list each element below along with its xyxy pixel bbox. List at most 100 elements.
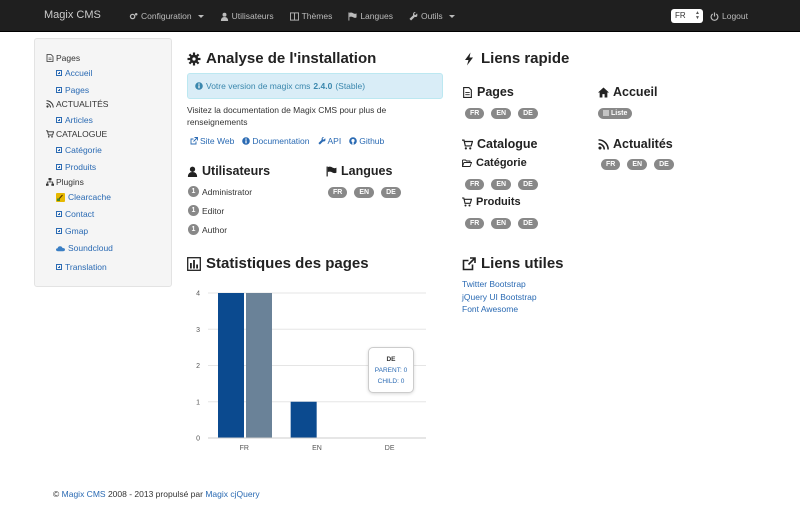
language-badge-fr[interactable]: FR <box>328 187 348 198</box>
quick-links-title-text: Liens rapide <box>481 50 570 67</box>
version-status: (Stable) <box>335 81 366 91</box>
plus-square-icon <box>56 87 62 93</box>
sidebar-head-pages-label: Pages <box>56 53 81 63</box>
gears-icon <box>129 12 138 19</box>
site-web-link[interactable]: Site Web <box>190 136 234 146</box>
sidebar-item-label: Translation <box>65 262 107 272</box>
language-badge-de[interactable]: DE <box>381 187 401 198</box>
jquery-ui-bootstrap-link[interactable]: jQuery UI Bootstrap <box>462 292 537 302</box>
pages-badge-de[interactable]: DE <box>518 108 538 119</box>
logout-link[interactable]: Logout <box>710 0 748 32</box>
pages-badge-en[interactable]: EN <box>491 108 512 119</box>
sidebar-item-label: Produits <box>65 162 97 172</box>
bar-child-fr[interactable] <box>246 293 272 438</box>
sidebar-item-gmap[interactable]: Gmap <box>56 226 88 236</box>
user-role-label: Author <box>202 224 228 235</box>
sidebar-item-pages[interactable]: Pages <box>56 85 89 95</box>
chart-tooltip: DE PARENT: 0 CHILD: 0 <box>368 347 414 393</box>
sidebar-item-translation[interactable]: Translation <box>56 262 107 272</box>
brand-link[interactable]: Magix CMS <box>44 9 101 21</box>
news-badge-en[interactable]: EN <box>627 159 648 170</box>
nav-langues-label: Langues <box>360 11 393 21</box>
x-tick-label: DE <box>385 445 395 452</box>
home-list-label: Liste <box>611 110 628 117</box>
category-badge-fr[interactable]: FR <box>465 179 485 190</box>
sidebar-head-plugins-label: Plugins <box>56 177 84 187</box>
sidebar-item-contact[interactable]: Contact <box>56 209 94 219</box>
quick-products-title-text: Produits <box>476 196 521 208</box>
api-link[interactable]: API <box>317 136 342 146</box>
language-badge-en[interactable]: EN <box>354 187 375 198</box>
quick-products-badges: FR EN DE <box>465 218 538 229</box>
category-badge-en[interactable]: EN <box>491 179 512 190</box>
nav-themes-label: Thèmes <box>301 11 333 21</box>
languages-title-text: Langues <box>341 164 393 178</box>
flag-icon <box>326 166 337 176</box>
font-awesome-link[interactable]: Font Awesome <box>462 304 518 314</box>
sidebar-item-label: Soundcloud <box>68 243 113 253</box>
documentation-link[interactable]: Documentation <box>242 136 310 146</box>
stats-title-text: Statistiques des pages <box>206 255 369 272</box>
quick-category-badges: FR EN DE <box>465 179 538 190</box>
products-badge-en[interactable]: EN <box>491 218 512 229</box>
bar-parent-en[interactable] <box>290 401 317 438</box>
flag-icon <box>348 11 357 21</box>
plus-square-icon <box>56 147 62 153</box>
quick-links-title: Liens rapide <box>462 50 569 67</box>
doc-links: Site Web Documentation API Github <box>190 136 384 146</box>
nav-configuration[interactable]: Configuration <box>121 0 212 32</box>
products-badge-de[interactable]: DE <box>518 218 538 229</box>
quick-news-badges: FR EN DE <box>601 159 674 170</box>
navbar: Magix CMS Configuration Utilisateurs Thè… <box>0 0 800 32</box>
sidebar-item-categorie[interactable]: Catégorie <box>56 145 102 155</box>
sidebar-item-produits[interactable]: Produits <box>56 162 96 172</box>
stats-title: Statistiques des pages <box>187 255 369 272</box>
quick-news-title: Actualités <box>598 137 673 151</box>
github-icon <box>349 137 358 145</box>
news-badge-fr[interactable]: FR <box>601 159 621 170</box>
languages-title: Langues <box>326 164 392 178</box>
nav-themes[interactable]: Thèmes <box>282 0 341 32</box>
y-tick-label: 2 <box>196 363 200 370</box>
products-badge-fr[interactable]: FR <box>465 218 485 229</box>
doc-text: Visitez la documentation de Magix CMS po… <box>187 105 387 127</box>
pages-badge-fr[interactable]: FR <box>465 108 485 119</box>
sidebar-item-accueil[interactable]: Accueil <box>56 68 92 78</box>
github-link[interactable]: Github <box>349 136 384 146</box>
user-row-author: 1 Author <box>188 224 227 235</box>
file-icon <box>463 86 472 98</box>
plus-square-icon <box>56 211 62 217</box>
y-tick-label: 3 <box>196 327 200 334</box>
nav-outils[interactable]: Outils <box>401 0 463 32</box>
category-badge-de[interactable]: DE <box>518 179 538 190</box>
nav-utilisateurs[interactable]: Utilisateurs <box>212 0 282 32</box>
quick-category-title: Catégorie <box>462 157 527 169</box>
sidebar-head-pages: Pages <box>46 53 80 63</box>
footer-cjquery-link[interactable]: Magix cjQuery <box>205 489 259 499</box>
user-row-editor: 1 Editor <box>188 205 224 216</box>
sidebar: Pages Accueil Pages ACTUALITÉS Articles … <box>34 38 172 287</box>
quick-catalog-title: Catalogue <box>462 137 537 151</box>
news-badge-de[interactable]: DE <box>654 159 674 170</box>
documentation-label: Documentation <box>252 136 310 146</box>
sidebar-item-articles[interactable]: Articles <box>56 115 93 125</box>
language-select[interactable]: FR ▲ ▼ <box>671 9 703 23</box>
power-icon <box>710 11 719 21</box>
sidebar-item-soundcloud[interactable]: Soundcloud <box>56 243 113 253</box>
install-title-text: Analyse de l'installation <box>206 50 377 67</box>
api-label: API <box>327 136 342 146</box>
cart-icon <box>462 197 472 207</box>
sidebar-item-clearcache[interactable]: Clearcache <box>56 192 111 202</box>
sidebar-item-label: Catégorie <box>65 145 102 155</box>
nav-langues[interactable]: Langues <box>340 0 401 32</box>
info-circle-icon <box>242 137 251 145</box>
plus-square-icon <box>56 164 62 170</box>
footer-brand-link[interactable]: Magix CMS <box>62 489 106 499</box>
twitter-bootstrap-link[interactable]: Twitter Bootstrap <box>462 279 526 289</box>
bar-parent-fr[interactable] <box>218 293 244 438</box>
rss-icon <box>598 138 609 150</box>
home-list-badge[interactable]: Liste <box>598 108 633 119</box>
select-arrows-icon: ▲ ▼ <box>695 10 700 21</box>
sidebar-item-label: Contact <box>65 209 95 219</box>
alert-prefix: Votre version de magix cms <box>206 81 311 91</box>
